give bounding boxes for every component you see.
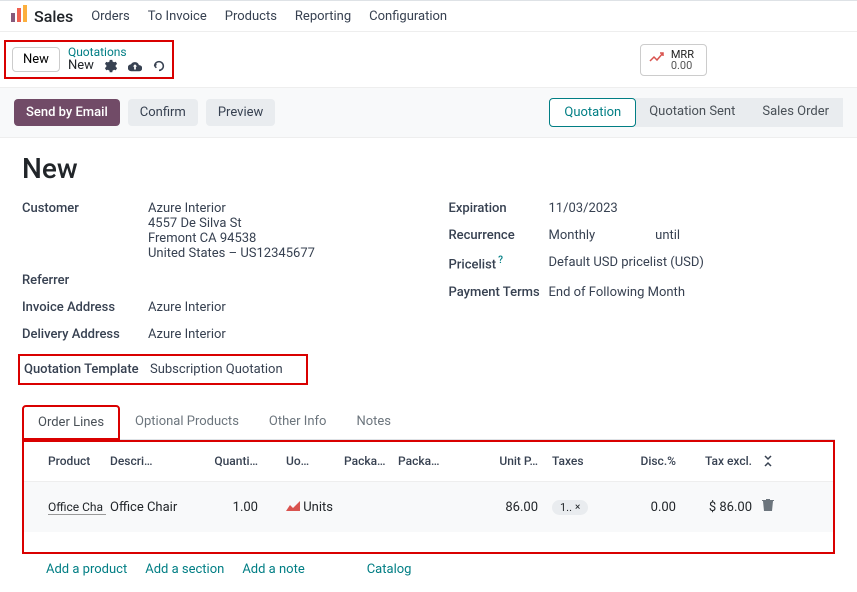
stage-sales-order[interactable]: Sales Order: [748, 98, 843, 127]
gear-icon[interactable]: [104, 59, 118, 73]
send-by-email-button[interactable]: Send by Email: [14, 99, 120, 126]
table-header: Product Descri… Quanti… Uo… Packa… Packa…: [24, 444, 833, 482]
tabs: Order Lines Optional Products Other Info…: [22, 405, 835, 440]
right-column: Expiration 11/03/2023 Recurrence Monthly…: [449, 201, 836, 397]
left-column: Customer Azure Interior 4557 De Silva St…: [22, 201, 409, 397]
tab-optional-products[interactable]: Optional Products: [120, 405, 254, 439]
nav-configuration[interactable]: Configuration: [369, 9, 447, 24]
mrr-value: 0.00: [671, 60, 694, 71]
pricelist-value[interactable]: Default USD pricelist (USD): [549, 255, 704, 272]
chart-icon: [649, 51, 665, 69]
add-product-link[interactable]: Add a product: [46, 562, 127, 577]
col-discount: Disc.%: [620, 452, 680, 473]
cloud-upload-icon[interactable]: [128, 59, 142, 73]
order-lines-table: Product Descri… Quanti… Uo… Packa… Packa…: [22, 440, 835, 554]
app-name: Sales: [34, 7, 73, 26]
customer-value[interactable]: Azure Interior 4557 De Silva St Fremont …: [148, 201, 315, 261]
form-sheet: New Customer Azure Interior 4557 De Silv…: [0, 138, 857, 591]
col-product: Product: [28, 452, 106, 473]
tab-notes[interactable]: Notes: [341, 405, 406, 439]
col-taxes: Taxes: [542, 452, 620, 473]
breadcrumb: Quotations New: [68, 46, 166, 73]
pricelist-label: Pricelist?: [449, 255, 549, 272]
col-packaging: Packa…: [394, 452, 464, 473]
delivery-address-label: Delivery Address: [22, 327, 148, 342]
col-tax-excl: Tax excl.: [680, 452, 756, 473]
catalog-link[interactable]: Catalog: [367, 562, 412, 577]
stage-quotation-sent[interactable]: Quotation Sent: [635, 98, 749, 127]
nav-reporting[interactable]: Reporting: [295, 9, 351, 24]
quotation-template-label: Quotation Template: [24, 362, 150, 377]
stage-quotation[interactable]: Quotation: [549, 98, 636, 127]
tab-other-info[interactable]: Other Info: [254, 405, 342, 439]
invoice-address-label: Invoice Address: [22, 300, 148, 315]
breadcrumb-current: New: [68, 59, 94, 73]
mrr-stat[interactable]: MRR 0.00: [640, 44, 707, 76]
add-links: Add a product Add a section Add a note C…: [22, 554, 835, 577]
cell-uom[interactable]: Units: [262, 498, 340, 517]
table-row: Office Cha↗ Office Chair 1.00 Units 86.0…: [24, 482, 833, 532]
preview-button[interactable]: Preview: [206, 99, 275, 126]
help-icon[interactable]: ?: [498, 255, 503, 266]
cell-description[interactable]: Office Chair: [106, 498, 196, 517]
new-button[interactable]: New: [12, 47, 60, 72]
tab-order-lines[interactable]: Order Lines: [22, 405, 120, 440]
app-icon: [10, 5, 28, 27]
invoice-address-value[interactable]: Azure Interior: [148, 300, 226, 315]
undo-icon[interactable]: [152, 59, 166, 73]
add-note-link[interactable]: Add a note: [242, 562, 304, 577]
cell-quantity[interactable]: 1.00: [196, 498, 262, 517]
cell-unit-price[interactable]: 86.00: [464, 498, 542, 517]
nav-orders[interactable]: Orders: [91, 9, 130, 24]
confirm-button[interactable]: Confirm: [128, 99, 198, 126]
status-bar: Send by Email Confirm Preview Quotation …: [0, 87, 857, 138]
control-bar: New Quotations New MRR 0.00: [0, 32, 857, 87]
cell-taxes[interactable]: 1..×: [542, 498, 620, 517]
col-description: Descri…: [106, 452, 196, 473]
referrer-label: Referrer: [22, 273, 148, 288]
expiration-value[interactable]: 11/03/2023: [549, 201, 618, 216]
col-packaging-qty: Packa…: [340, 452, 394, 473]
expiration-label: Expiration: [449, 201, 549, 216]
customer-label: Customer: [22, 201, 148, 261]
breadcrumb-area: New Quotations New: [4, 40, 174, 79]
cell-tax-excl: $ 86.00: [680, 498, 756, 517]
cell-discount[interactable]: 0.00: [620, 498, 680, 517]
area-chart-icon: [286, 500, 300, 515]
payment-terms-label: Payment Terms: [449, 285, 549, 300]
delete-row-icon[interactable]: [756, 496, 780, 518]
quotation-template-value[interactable]: Subscription Quotation: [150, 362, 283, 377]
recurrence-label: Recurrence: [449, 228, 549, 243]
nav-products[interactable]: Products: [225, 9, 277, 24]
top-nav: Sales Orders To Invoice Products Reporti…: [0, 1, 857, 32]
app-brand[interactable]: Sales: [10, 5, 73, 27]
stage-bar: Quotation Quotation Sent Sales Order: [550, 98, 843, 127]
recurrence-value[interactable]: Monthly until: [549, 228, 681, 243]
delivery-address-value[interactable]: Azure Interior: [148, 327, 226, 342]
col-quantity: Quanti…: [196, 452, 262, 473]
tax-tag[interactable]: 1..×: [552, 500, 588, 515]
add-section-link[interactable]: Add a section: [145, 562, 224, 577]
col-unit-price: Unit P…: [464, 452, 542, 473]
page-title: New: [22, 152, 835, 185]
nav-to-invoice[interactable]: To Invoice: [148, 9, 207, 24]
tag-remove-icon[interactable]: ×: [575, 502, 580, 513]
col-options-icon[interactable]: [756, 452, 780, 473]
cell-packaging[interactable]: [394, 505, 464, 509]
payment-terms-value[interactable]: End of Following Month: [549, 285, 685, 300]
cell-product[interactable]: Office Cha↗: [28, 498, 106, 517]
cell-packaging-qty[interactable]: [340, 505, 394, 509]
col-uom: Uo…: [262, 452, 340, 473]
